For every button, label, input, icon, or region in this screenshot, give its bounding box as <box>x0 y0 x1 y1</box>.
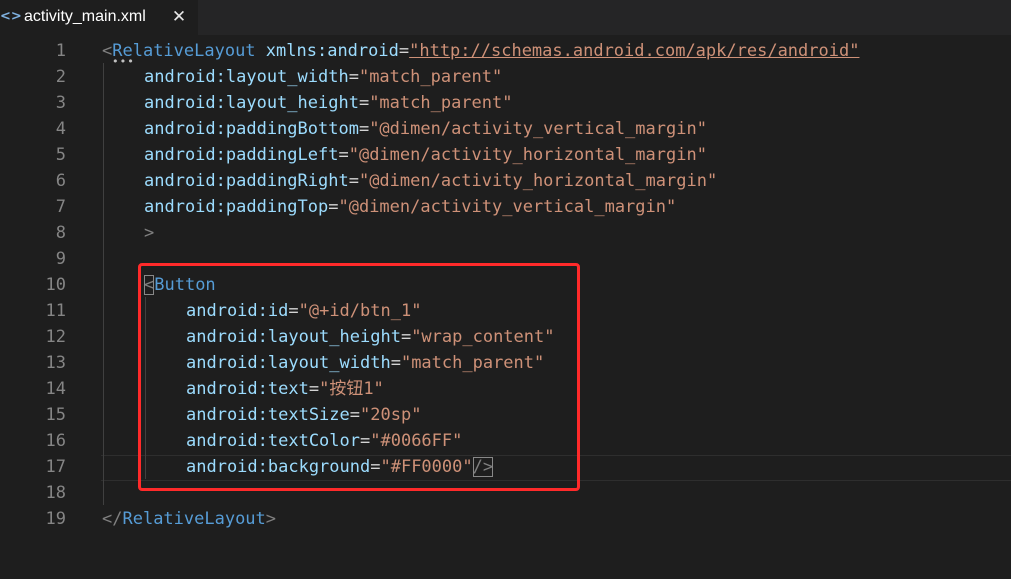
line-number: 1 <box>55 41 66 61</box>
code-line-14: android:text="按钮1" <box>186 376 384 402</box>
attribute-value: "20sp" <box>360 405 422 425</box>
code-line-8: > <box>144 220 154 246</box>
attribute-name: android:layout_height <box>186 327 401 347</box>
attribute-value: "#FF0000" <box>380 457 473 477</box>
attribute-value: "match_parent" <box>369 93 513 113</box>
syntax-token: > <box>144 223 155 243</box>
line-number-gutter: 1 2 3 4 5 6 7 8 9 10 11 12 13 14 15 16 17 18 19 <box>0 35 80 579</box>
syntax-token: = <box>288 301 299 321</box>
code-line-11: android:id="@+id/btn_1" <box>186 298 421 324</box>
line-number: 19 <box>45 509 66 529</box>
syntax-token: = <box>308 379 320 399</box>
attribute-name: android:id <box>186 301 289 321</box>
syntax-token: < <box>102 41 113 61</box>
syntax-token: = <box>398 41 410 61</box>
tag-name: Button <box>154 275 216 295</box>
code-line-1: <RelativeLayout xmlns:android="http://sc… <box>102 38 859 64</box>
attribute-value: "按钮1" <box>319 379 384 399</box>
code-line-4: android:paddingBottom="@dimen/activity_v… <box>144 116 707 142</box>
line-number: 6 <box>55 171 66 191</box>
indent-guide <box>145 297 146 479</box>
syntax-token: = <box>360 431 371 451</box>
attribute-value: "@dimen/activity_horizontal_margin" <box>358 171 718 191</box>
tab-activity-main-xml[interactable]: <> activity_main.xml ✕ <box>0 0 198 35</box>
attribute-name: android:paddingBottom <box>144 119 359 139</box>
line-number: 14 <box>45 379 66 399</box>
attribute-value: "match_parent" <box>358 67 503 87</box>
syntax-token: = <box>370 457 381 477</box>
attribute-value: "@dimen/activity_vertical_margin" <box>369 119 707 139</box>
attribute-name: android:paddingLeft <box>144 145 339 165</box>
line-number: 15 <box>45 405 66 425</box>
line-number: 13 <box>45 353 66 373</box>
line-number: 10 <box>45 275 66 295</box>
code-line-7: android:paddingTop="@dimen/activity_vert… <box>144 194 676 220</box>
syntax-token: </ <box>102 509 123 529</box>
indent-guide <box>103 63 104 505</box>
syntax-token: = <box>358 93 370 113</box>
line-number: 8 <box>55 223 66 243</box>
code-line-6: android:paddingRight="@dimen/activity_ho… <box>144 168 717 194</box>
line-number: 7 <box>55 197 66 217</box>
line-number: 12 <box>45 327 66 347</box>
syntax-token: = <box>358 119 370 139</box>
attribute-name: android:textSize <box>186 405 350 425</box>
code-line-16: android:textColor="#0066FF" <box>186 428 462 454</box>
attribute-value: "#0066FF" <box>370 431 463 451</box>
tab-title: activity_main.xml <box>24 8 146 25</box>
attribute-value: "@dimen/activity_vertical_margin" <box>338 197 677 217</box>
attribute-name: android:text <box>186 379 309 399</box>
attribute-name: android:layout_height <box>144 93 359 113</box>
xml-code-icon: <> <box>0 9 22 24</box>
line-number: 18 <box>45 483 66 503</box>
line-number: 3 <box>55 93 66 113</box>
attribute-name: android:background <box>186 457 371 477</box>
tag-name: RelativeLayout <box>122 509 266 529</box>
code-line-15: android:textSize="20sp" <box>186 402 421 428</box>
syntax-token: = <box>348 67 359 87</box>
attribute-value: "wrap_content" <box>411 327 555 347</box>
attribute-name: android:paddingRight <box>144 171 349 191</box>
line-number: 16 <box>45 431 66 451</box>
code-line-10: <Button <box>144 272 216 298</box>
attribute-value: "match_parent" <box>400 353 545 373</box>
code-line-5: android:paddingLeft="@dimen/activity_hor… <box>144 142 707 168</box>
attribute-name: xmlns:android <box>265 41 399 61</box>
code-line-2: android:layout_width="match_parent" <box>144 64 502 90</box>
line-number: 2 <box>55 67 66 87</box>
attribute-name: android:layout_width <box>186 353 391 373</box>
syntax-token: < <box>144 275 155 295</box>
tab-bar: <> activity_main.xml ✕ <box>0 0 1011 35</box>
close-icon[interactable]: ✕ <box>171 6 187 28</box>
line-number: 17 <box>45 457 66 477</box>
syntax-token: = <box>390 353 401 373</box>
code-line-12: android:layout_height="wrap_content" <box>186 324 554 350</box>
syntax-token: = <box>349 405 361 425</box>
syntax-token: = <box>338 145 349 165</box>
code-line-17: android:background="#FF0000"/> <box>186 454 494 480</box>
code-line-3: android:layout_height="match_parent" <box>144 90 512 116</box>
code-editor[interactable]: 1 2 3 4 5 6 7 8 9 10 11 12 13 14 15 16 17 18 19 ••• <Relat… <box>0 35 1011 579</box>
attribute-value: "@dimen/activity_horizontal_margin" <box>348 145 707 165</box>
attribute-value: "@+id/btn_1" <box>298 301 422 321</box>
code-line-19: </RelativeLayout> <box>102 506 276 532</box>
attribute-name: android:layout_width <box>144 67 349 87</box>
line-number: 5 <box>55 145 66 165</box>
attribute-name: android:paddingTop <box>144 197 329 217</box>
line-number: 4 <box>55 119 66 139</box>
syntax-token: = <box>348 171 359 191</box>
namespace-url[interactable]: "http://schemas.android.com/apk/res/andr… <box>409 41 859 61</box>
code-line-13: android:layout_width="match_parent" <box>186 350 544 376</box>
line-number: 9 <box>55 249 66 269</box>
attribute-name: android:textColor <box>186 431 360 451</box>
line-number: 11 <box>45 301 66 321</box>
syntax-token: /> <box>472 457 494 477</box>
syntax-token: = <box>328 197 339 217</box>
tag-name: RelativeLayout <box>112 41 256 61</box>
syntax-token: > <box>265 509 277 529</box>
syntax-token: = <box>400 327 412 347</box>
